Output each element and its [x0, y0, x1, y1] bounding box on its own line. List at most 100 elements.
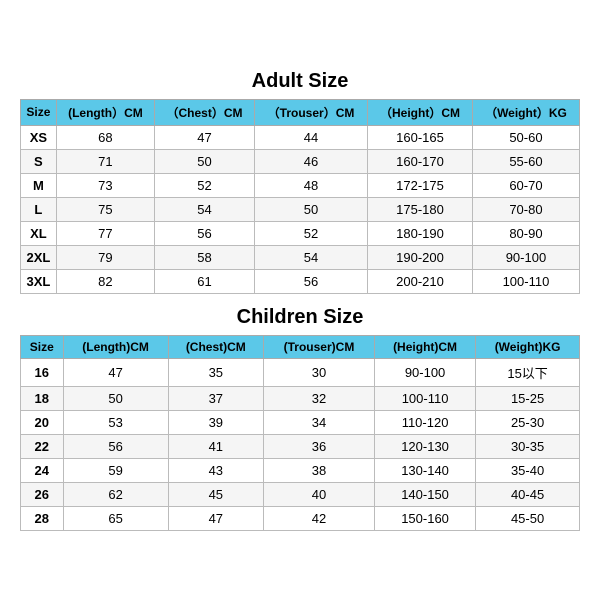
adult-header-row: Size(Length）CM（Chest）CM（Trouser）CM（Heigh…: [21, 99, 580, 125]
children-data-cell: 42: [263, 506, 374, 530]
children-size-cell: 20: [21, 410, 64, 434]
children-data-cell: 30-35: [476, 434, 580, 458]
children-data-cell: 150-160: [374, 506, 475, 530]
adult-size-cell: L: [21, 197, 57, 221]
adult-data-cell: 56: [155, 221, 255, 245]
adult-size-cell: 2XL: [21, 245, 57, 269]
children-header-col-2: (Chest)CM: [168, 335, 263, 358]
children-header-col-1: (Length)CM: [63, 335, 168, 358]
children-table-row: 24594338130-14035-40: [21, 458, 580, 482]
adult-data-cell: 47: [155, 125, 255, 149]
adult-data-cell: 90-100: [472, 245, 579, 269]
adult-table-row: XL775652180-19080-90: [21, 221, 580, 245]
children-size-cell: 26: [21, 482, 64, 506]
children-data-cell: 34: [263, 410, 374, 434]
children-data-cell: 43: [168, 458, 263, 482]
children-table-body: 1647353090-10015以下18503732100-11015-2520…: [21, 358, 580, 530]
adult-data-cell: 46: [254, 149, 367, 173]
main-container: Adult Size Size(Length）CM（Chest）CM（Trous…: [10, 54, 590, 547]
adult-data-cell: 54: [254, 245, 367, 269]
adult-data-cell: 54: [155, 197, 255, 221]
adult-data-cell: 73: [56, 173, 154, 197]
adult-data-cell: 160-165: [368, 125, 473, 149]
children-data-cell: 38: [263, 458, 374, 482]
children-data-cell: 90-100: [374, 358, 475, 386]
adult-data-cell: 60-70: [472, 173, 579, 197]
children-header-col-4: (Height)CM: [374, 335, 475, 358]
children-data-cell: 130-140: [374, 458, 475, 482]
adult-data-cell: 175-180: [368, 197, 473, 221]
adult-header-col-4: （Height）CM: [368, 99, 473, 125]
adult-table-row: M735248172-17560-70: [21, 173, 580, 197]
adult-header-col-1: (Length）CM: [56, 99, 154, 125]
children-data-cell: 62: [63, 482, 168, 506]
children-data-cell: 120-130: [374, 434, 475, 458]
adult-data-cell: 71: [56, 149, 154, 173]
children-data-cell: 50: [63, 386, 168, 410]
children-data-cell: 15-25: [476, 386, 580, 410]
children-header-col-5: (Weight)KG: [476, 335, 580, 358]
children-size-table: Size(Length)CM(Chest)CM(Trouser)CM(Heigh…: [20, 335, 580, 531]
children-size-cell: 28: [21, 506, 64, 530]
children-table-row: 26624540140-15040-45: [21, 482, 580, 506]
adult-data-cell: 68: [56, 125, 154, 149]
children-data-cell: 35-40: [476, 458, 580, 482]
adult-data-cell: 180-190: [368, 221, 473, 245]
children-data-cell: 25-30: [476, 410, 580, 434]
adult-header-col-0: Size: [21, 99, 57, 125]
children-data-cell: 110-120: [374, 410, 475, 434]
adult-header-col-2: （Chest）CM: [155, 99, 255, 125]
adult-data-cell: 58: [155, 245, 255, 269]
children-header-row: Size(Length)CM(Chest)CM(Trouser)CM(Heigh…: [21, 335, 580, 358]
adult-table-row: 2XL795854190-20090-100: [21, 245, 580, 269]
children-data-cell: 39: [168, 410, 263, 434]
children-data-cell: 65: [63, 506, 168, 530]
children-header-col-0: Size: [21, 335, 64, 358]
adult-size-cell: S: [21, 149, 57, 173]
adult-size-cell: 3XL: [21, 269, 57, 293]
children-table-row: 20533934110-12025-30: [21, 410, 580, 434]
children-data-cell: 37: [168, 386, 263, 410]
adult-header-col-3: （Trouser）CM: [254, 99, 367, 125]
children-data-cell: 59: [63, 458, 168, 482]
adult-data-cell: 48: [254, 173, 367, 197]
children-size-cell: 16: [21, 358, 64, 386]
adult-data-cell: 52: [155, 173, 255, 197]
adult-data-cell: 172-175: [368, 173, 473, 197]
adult-table-row: L755450175-18070-80: [21, 197, 580, 221]
children-table-row: 22564136120-13030-35: [21, 434, 580, 458]
adult-data-cell: 77: [56, 221, 154, 245]
children-data-cell: 56: [63, 434, 168, 458]
adult-size-cell: XS: [21, 125, 57, 149]
adult-data-cell: 100-110: [472, 269, 579, 293]
children-data-cell: 40: [263, 482, 374, 506]
children-data-cell: 45-50: [476, 506, 580, 530]
adult-data-cell: 52: [254, 221, 367, 245]
children-data-cell: 32: [263, 386, 374, 410]
adult-data-cell: 50: [254, 197, 367, 221]
adult-data-cell: 200-210: [368, 269, 473, 293]
adult-data-cell: 55-60: [472, 149, 579, 173]
adult-data-cell: 190-200: [368, 245, 473, 269]
children-table-row: 28654742150-16045-50: [21, 506, 580, 530]
adult-table-row: XS684744160-16550-60: [21, 125, 580, 149]
adult-data-cell: 56: [254, 269, 367, 293]
children-data-cell: 47: [63, 358, 168, 386]
children-data-cell: 45: [168, 482, 263, 506]
adult-data-cell: 160-170: [368, 149, 473, 173]
adult-data-cell: 61: [155, 269, 255, 293]
children-table-row: 18503732100-11015-25: [21, 386, 580, 410]
adult-section-title: Adult Size: [20, 64, 580, 99]
children-size-cell: 22: [21, 434, 64, 458]
children-data-cell: 15以下: [476, 358, 580, 386]
adult-table-row: 3XL826156200-210100-110: [21, 269, 580, 293]
adult-data-cell: 70-80: [472, 197, 579, 221]
children-header-col-3: (Trouser)CM: [263, 335, 374, 358]
adult-data-cell: 80-90: [472, 221, 579, 245]
adult-data-cell: 50-60: [472, 125, 579, 149]
adult-data-cell: 44: [254, 125, 367, 149]
children-data-cell: 30: [263, 358, 374, 386]
children-data-cell: 47: [168, 506, 263, 530]
adult-size-table: Size(Length）CM（Chest）CM（Trouser）CM（Heigh…: [20, 99, 580, 294]
children-data-cell: 100-110: [374, 386, 475, 410]
